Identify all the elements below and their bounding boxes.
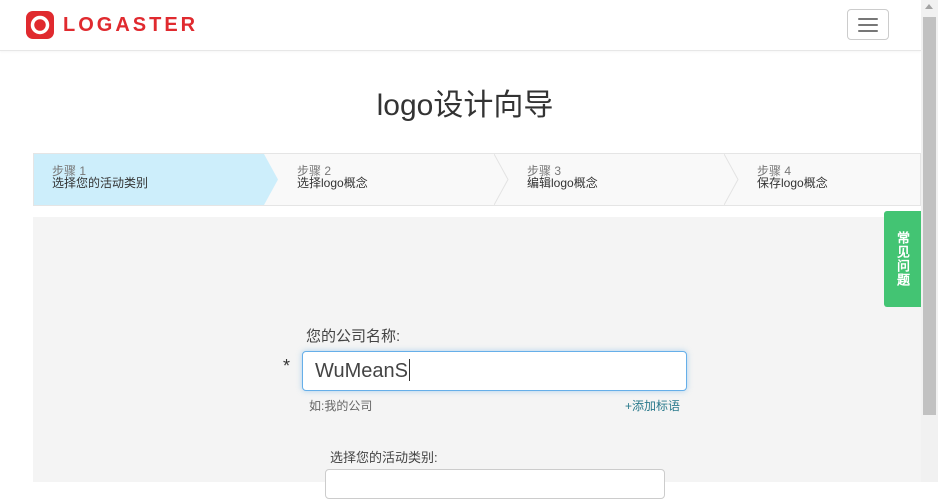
company-name-label: 您的公司名称: xyxy=(306,328,401,345)
step-name: 编辑logo概念 xyxy=(527,176,598,190)
activity-category-select[interactable] xyxy=(325,469,665,499)
top-navbar: LOGASTER xyxy=(0,0,921,51)
page-scrollbar[interactable] xyxy=(921,0,938,482)
logo-text: LOGASTER xyxy=(63,13,199,36)
company-name-input[interactable]: WuMeanS xyxy=(302,351,687,391)
wizard-steps: 步骤 1 选择您的活动类别 步骤 2 选择logo概念 步骤 3 编辑logo概… xyxy=(33,153,921,206)
scroll-up-arrow-icon[interactable] xyxy=(925,4,933,9)
step-name: 保存logo概念 xyxy=(757,176,828,190)
page-title: logo设计向导 xyxy=(376,89,554,122)
text-caret xyxy=(409,359,411,381)
step-4[interactable]: 步骤 4 保存logo概念 xyxy=(739,154,919,205)
step-name: 选择您的活动类别 xyxy=(52,176,149,190)
step-name: 选择logo概念 xyxy=(297,176,368,190)
step-2[interactable]: 步骤 2 选择logo概念 xyxy=(279,154,509,205)
faq-label: 常见问题 xyxy=(895,231,910,287)
step-1[interactable]: 步骤 1 选择您的活动类别 xyxy=(34,154,278,205)
scroll-thumb[interactable] xyxy=(923,17,936,415)
form-panel xyxy=(33,217,921,482)
company-name-hint: 如:我的公司 xyxy=(309,399,373,413)
logaster-logo[interactable]: LOGASTER xyxy=(25,11,198,39)
company-name-value: WuMeanS xyxy=(315,360,409,382)
menu-toggle-button[interactable] xyxy=(847,9,889,40)
step-3[interactable]: 步骤 3 编辑logo概念 xyxy=(509,154,739,205)
add-slogan-link[interactable]: +添加标语 xyxy=(625,397,680,414)
required-mark: * xyxy=(283,356,291,376)
logo-mark-icon xyxy=(26,11,54,39)
hamburger-icon xyxy=(858,17,878,20)
faq-side-tab[interactable]: 常见问题 xyxy=(884,211,921,307)
activity-category-label: 选择您的活动类别: xyxy=(330,450,438,465)
